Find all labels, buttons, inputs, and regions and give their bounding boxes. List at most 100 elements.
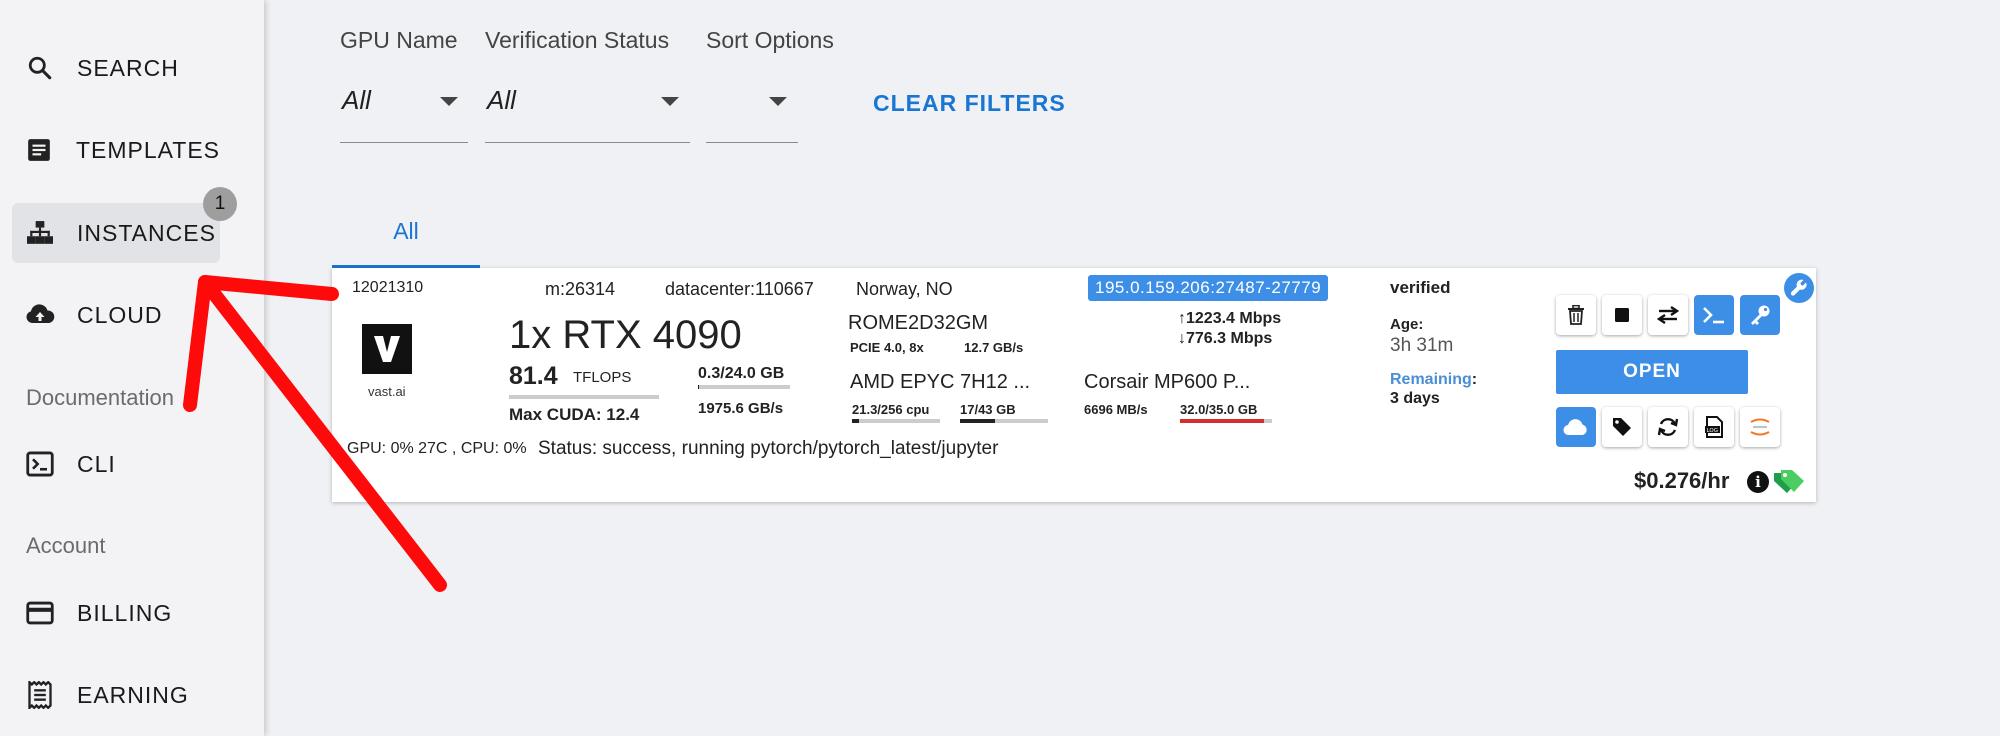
sort-options-label: Sort Options: [706, 27, 834, 53]
motherboard: ROME2D32GM: [848, 312, 989, 334]
chevron-down-icon: [440, 97, 458, 106]
age-label: Age:: [1390, 316, 1424, 333]
gpu-bandwidth: 1975.6 GB/s: [698, 400, 784, 417]
tflops-bar: [509, 395, 659, 399]
disk-speed: 6696 MB/s: [1084, 402, 1148, 417]
sort-options-select[interactable]: [706, 75, 798, 143]
tab-all[interactable]: All: [332, 200, 480, 268]
remaining-row: Remaining:: [1390, 371, 1477, 389]
chevron-down-icon: [769, 97, 787, 106]
receipt-icon: [25, 680, 55, 710]
disk-usage: 32.0/35.0 GB: [1180, 402, 1258, 417]
delete-button[interactable]: [1556, 295, 1596, 335]
stop-button[interactable]: [1602, 295, 1642, 335]
download-speed: ↓776.3 Mbps: [1178, 330, 1272, 348]
sidebar: SEARCH TEMPLATES INSTANCES 1 CLOUD Docum…: [0, 0, 264, 736]
price: $0.276/hr: [1634, 468, 1730, 493]
vram-usage: 0.3/24.0 GB: [698, 365, 785, 382]
discount-tag-icon[interactable]: [1773, 469, 1807, 495]
download-speed-value: 776.3 Mbps: [1186, 330, 1273, 347]
terminal-icon: [25, 449, 55, 479]
clear-filters-button[interactable]: CLEAR FILTERS: [873, 90, 1066, 117]
account-heading: Account: [26, 533, 106, 558]
gpu-name-value: All: [342, 85, 371, 115]
label-button[interactable]: [1602, 407, 1642, 447]
open-button[interactable]: OPEN: [1556, 350, 1748, 394]
gpu-cpu-stats: GPU: 0% 27C , CPU: 0%: [347, 440, 527, 457]
refresh-icon: [1657, 418, 1679, 436]
sidebar-item-label: CLI: [77, 450, 116, 477]
datacenter-id: datacenter:110667: [665, 279, 814, 299]
sidebar-item-search[interactable]: SEARCH: [12, 38, 220, 98]
transfer-button[interactable]: [1648, 295, 1688, 335]
sidebar-item-label: TEMPLATES: [75, 136, 220, 163]
ram-usage: 17/43 GB: [960, 402, 1016, 417]
location: Norway, NO: [856, 279, 953, 299]
documentation-heading: Documentation: [26, 385, 174, 410]
remaining-colon: :: [1471, 371, 1478, 388]
vast-logo: [362, 324, 412, 374]
logo-text: vast.ai: [368, 384, 406, 399]
pcie-speed: 12.7 GB/s: [964, 340, 1024, 355]
jupyter-button[interactable]: [1740, 407, 1780, 447]
vram-bar: [698, 385, 790, 389]
swap-arrows-icon: [1657, 306, 1679, 324]
reboot-button[interactable]: [1648, 407, 1688, 447]
hierarchy-icon: [25, 218, 55, 248]
credit-card-icon: [25, 598, 55, 628]
cpu-model: AMD EPYC 7H12 ...: [850, 371, 1031, 393]
log-file-icon: LOG: [1705, 416, 1723, 438]
remaining-value: 3 days: [1390, 390, 1440, 407]
sidebar-item-label: BILLING: [77, 599, 173, 626]
pcie-version: PCIE 4.0, 8x: [850, 340, 924, 355]
remaining-label: Remaining: [1390, 371, 1472, 388]
sidebar-item-label: SEARCH: [77, 54, 179, 81]
sidebar-item-billing[interactable]: BILLING: [12, 583, 220, 643]
upload-speed: ↑1223.4 Mbps: [1178, 310, 1281, 328]
ssh-key-button[interactable]: [1740, 295, 1780, 335]
instances-count-badge: 1: [203, 187, 237, 221]
arrow-down-icon: ↓: [1178, 330, 1186, 347]
tag-icon: [1613, 418, 1631, 436]
chevron-down-icon: [661, 97, 679, 106]
terminal-icon: [1703, 307, 1724, 324]
cloud-upload-icon: [25, 300, 55, 330]
machine-id: m:26314: [545, 279, 616, 299]
gpu-name-select[interactable]: All: [340, 75, 468, 143]
instance-status: Status: success, running pytorch/pytorch…: [538, 438, 999, 459]
ip-address-badge[interactable]: 195.0.159.206:27487-27779: [1088, 275, 1329, 301]
sidebar-item-label: INSTANCES: [77, 219, 216, 246]
terminal-button[interactable]: [1694, 295, 1734, 335]
sidebar-item-earning[interactable]: EARNING: [12, 665, 220, 725]
age-value: 3h 31m: [1390, 335, 1454, 356]
cloud-sync-button[interactable]: [1556, 407, 1596, 447]
verification-status-label: Verification Status: [485, 27, 670, 53]
cloud-icon: [1563, 419, 1587, 436]
tflops-unit: TFLOPS: [573, 369, 632, 386]
tflops-value: 81.4: [509, 362, 558, 390]
sidebar-item-cli[interactable]: CLI: [12, 434, 220, 494]
document-icon: [25, 135, 54, 165]
disk-bar: [1180, 419, 1272, 423]
verified-status: verified: [1390, 278, 1451, 297]
search-icon: [25, 53, 55, 83]
sidebar-item-templates[interactable]: TEMPLATES: [12, 120, 220, 180]
jupyter-icon: [1750, 418, 1770, 436]
cpu-bar: [852, 419, 940, 423]
verification-status-select[interactable]: All: [485, 75, 690, 143]
sidebar-item-label: EARNING: [77, 681, 189, 708]
info-icon[interactable]: i: [1747, 471, 1769, 493]
arrow-up-icon: ↑: [1178, 310, 1186, 327]
wrench-button[interactable]: [1784, 273, 1814, 303]
ram-bar: [960, 419, 1048, 423]
sidebar-item-cloud[interactable]: CLOUD: [12, 285, 220, 345]
instance-card: 12021310 m:26314 datacenter:110667 Norwa…: [332, 268, 1816, 502]
wrench-icon: [1790, 279, 1807, 296]
disk-model: Corsair MP600 P...: [1084, 371, 1251, 393]
gpu-name-label: GPU Name: [340, 27, 458, 53]
logs-button[interactable]: LOG: [1694, 407, 1734, 447]
gpu-model: 1x RTX 4090: [509, 313, 742, 357]
cpu-usage: 21.3/256 cpu: [852, 402, 930, 417]
sidebar-item-instances[interactable]: INSTANCES: [12, 203, 220, 263]
instance-id: 12021310: [352, 279, 424, 296]
